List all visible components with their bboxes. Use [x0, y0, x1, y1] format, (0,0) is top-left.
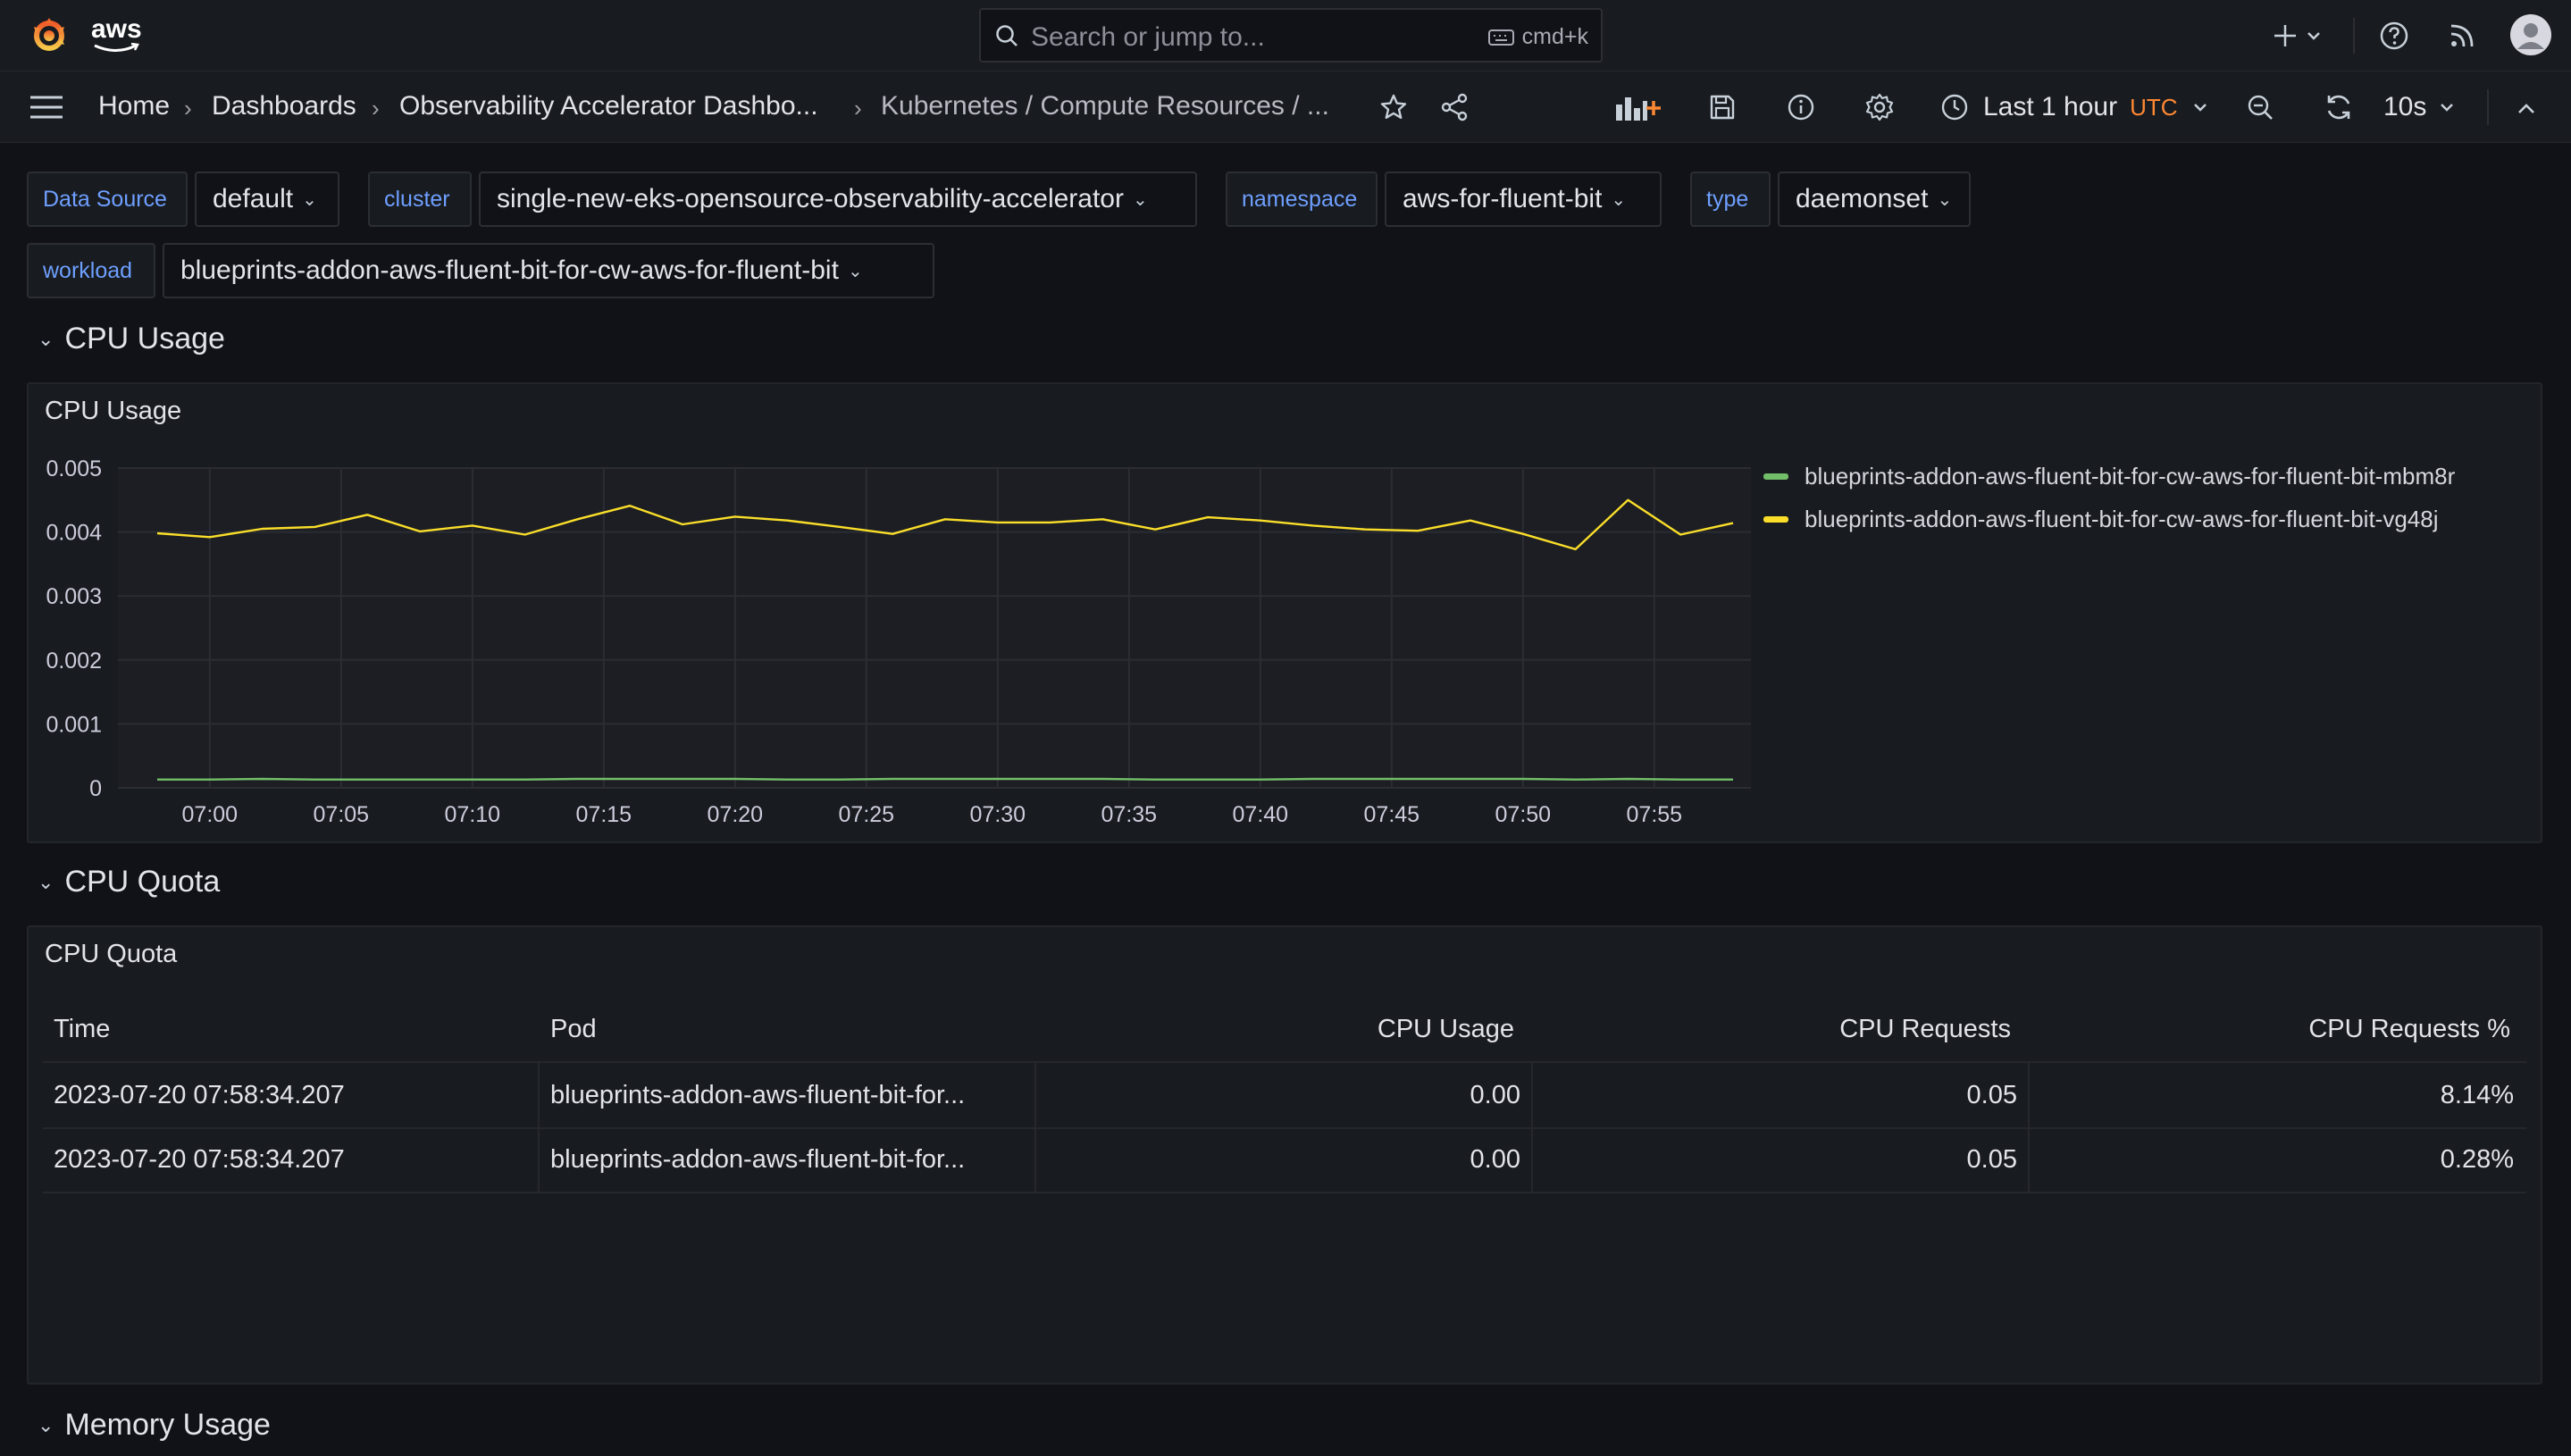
- table-column-divider: [1034, 1063, 1036, 1193]
- legend-item[interactable]: blueprints-addon-aws-fluent-bit-for-cw-a…: [1763, 506, 2439, 533]
- y-tick-label: 0: [89, 776, 102, 801]
- row-title: Memory Usage: [64, 1408, 271, 1442]
- legend-label: blueprints-addon-aws-fluent-bit-for-cw-a…: [1805, 506, 2439, 532]
- table-cell-time: 2023-07-20 07:58:34.207: [54, 1081, 345, 1109]
- x-tick-label: 07:15: [576, 802, 632, 827]
- series-line-mbm8r: [157, 777, 1733, 781]
- x-tick-label: 07:55: [1627, 802, 1683, 827]
- x-tick-label: 07:20: [708, 802, 764, 827]
- table-column-divider: [1531, 1063, 1533, 1193]
- row-header-cpu-quota[interactable]: ⌄ CPU Quota: [38, 865, 220, 900]
- x-tick-label: 07:35: [1101, 802, 1158, 827]
- x-tick-label: 07:40: [1233, 802, 1289, 827]
- row-title: CPU Quota: [64, 865, 221, 899]
- x-tick-label: 07:45: [1364, 802, 1420, 827]
- y-tick-label: 0.005: [46, 456, 102, 481]
- table-cell-cpu-usage: 0.00: [1470, 1081, 1520, 1109]
- x-tick-label: 07:00: [182, 802, 239, 827]
- x-tick-label: 07:10: [445, 802, 501, 827]
- table-cell-cpu-usage: 0.00: [1470, 1145, 1520, 1174]
- table-header-pod[interactable]: Pod: [550, 1015, 597, 1044]
- table-cell-cpu-requests-percent: 0.28%: [2440, 1145, 2514, 1174]
- table-column-divider: [2028, 1063, 2030, 1193]
- table-cell-cpu-requests: 0.05: [1966, 1145, 2017, 1174]
- x-tick-label: 07:50: [1495, 802, 1552, 827]
- table-cell-cpu-requests-percent: 8.14%: [2440, 1081, 2514, 1109]
- table-header-divider: [43, 1061, 2526, 1063]
- chevron-down-icon: ⌄: [38, 1413, 54, 1436]
- x-tick-label: 07:05: [314, 802, 370, 827]
- y-tick-label: 0.001: [46, 712, 102, 737]
- table-cell-pod: blueprints-addon-aws-fluent-bit-for...: [550, 1081, 966, 1109]
- table-cell-cpu-requests: 0.05: [1966, 1081, 2017, 1109]
- legend-swatch-green: [1763, 473, 1788, 480]
- table-cell-time: 2023-07-20 07:58:34.207: [54, 1145, 345, 1174]
- table-header-time[interactable]: Time: [54, 1015, 110, 1044]
- y-tick-label: 0.002: [46, 649, 102, 674]
- panel-title: CPU Quota: [45, 940, 178, 968]
- legend-swatch-yellow: [1763, 516, 1788, 523]
- chevron-down-icon: ⌄: [38, 870, 54, 893]
- legend-label: blueprints-addon-aws-fluent-bit-for-cw-a…: [1805, 463, 2456, 490]
- x-tick-label: 07:30: [970, 802, 1026, 827]
- x-tick-label: 07:25: [839, 802, 895, 827]
- table-header-cpu-requests[interactable]: CPU Requests: [1839, 1015, 2011, 1044]
- table-column-divider: [538, 1063, 540, 1193]
- table-header-cpu-requests-percent[interactable]: CPU Requests %: [2308, 1015, 2510, 1044]
- legend-item[interactable]: blueprints-addon-aws-fluent-bit-for-cw-a…: [1763, 463, 2455, 490]
- table-header-cpu-usage[interactable]: CPU Usage: [1378, 1015, 1514, 1044]
- y-tick-label: 0.003: [46, 584, 102, 609]
- y-tick-label: 0.004: [46, 521, 102, 546]
- table-row-divider: [43, 1127, 2526, 1129]
- cpu-quota-panel: CPU Quota: [27, 925, 2542, 1385]
- row-header-memory-usage[interactable]: ⌄ Memory Usage: [38, 1408, 271, 1443]
- table-cell-pod: blueprints-addon-aws-fluent-bit-for...: [550, 1145, 966, 1174]
- table-row-divider: [43, 1192, 2526, 1193]
